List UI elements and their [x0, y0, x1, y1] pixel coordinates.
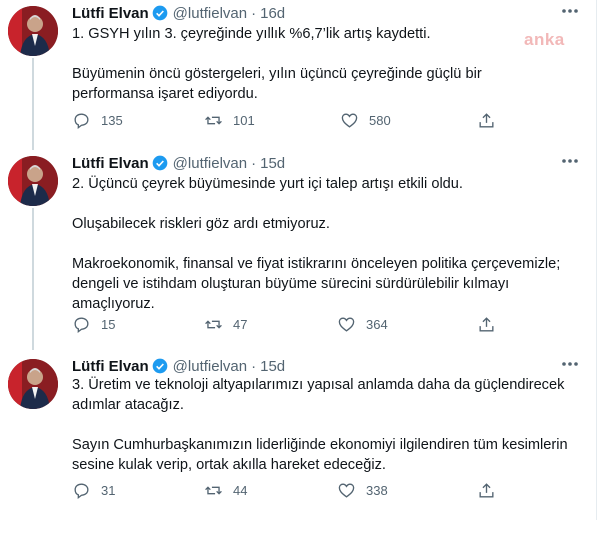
tweet-paragraph: Büyümenin öncü göstergeleri, yılın üçünc… — [72, 66, 482, 102]
author-handle[interactable]: @lutfielvan — [173, 5, 247, 22]
reply-button[interactable]: 15 — [72, 314, 115, 334]
like-button[interactable]: 580 — [340, 110, 391, 130]
reply-icon — [74, 482, 89, 499]
reply-count: 31 — [101, 482, 116, 498]
retweet-button[interactable]: 47 — [204, 314, 247, 334]
tweet-text: 3. Üretim ve teknoloji altyapılarımızı y… — [72, 375, 577, 475]
thread-connector — [32, 58, 34, 150]
verified-badge-icon — [152, 5, 168, 21]
reply-count: 135 — [101, 112, 123, 128]
tweet-actions: 15 47 364 — [72, 314, 512, 334]
more-options-icon[interactable] — [561, 6, 579, 16]
tweet-paragraph: 2. Üçüncü çeyrek büyümesinde yurt içi ta… — [72, 176, 463, 192]
tweet-paragraph: Oluşabilecek riskleri göz ardı etmiyoruz… — [72, 216, 330, 232]
verified-badge-icon — [152, 155, 168, 171]
retweet-button[interactable]: 101 — [204, 110, 255, 130]
reply-button[interactable]: 31 — [72, 480, 115, 500]
retweet-icon — [205, 485, 222, 495]
timestamp[interactable]: 16d — [260, 5, 285, 22]
avatar[interactable] — [8, 6, 58, 56]
more-options-icon[interactable] — [561, 359, 579, 369]
more-options-icon[interactable] — [561, 156, 579, 166]
share-icon — [479, 112, 494, 128]
tweet-thread: Lütfi Elvan @lutfielvan · 16d 1. GSYH yı… — [0, 0, 597, 520]
like-count: 364 — [366, 316, 388, 332]
author-handle[interactable]: @lutfielvan — [173, 358, 247, 375]
share-button[interactable] — [477, 480, 496, 500]
share-icon — [479, 316, 494, 332]
retweet-icon — [205, 319, 222, 329]
tweet-1[interactable]: Lütfi Elvan @lutfielvan · 16d 1. GSYH yı… — [0, 0, 596, 150]
author-name[interactable]: Lütfi Elvan — [72, 155, 149, 172]
separator: · — [251, 4, 257, 22]
timestamp[interactable]: 15d — [260, 358, 285, 375]
retweet-count: 44 — [233, 482, 248, 498]
tweet-3[interactable]: Lütfi Elvan @lutfielvan · 15d 3. Üretim … — [0, 353, 596, 520]
separator: · — [251, 154, 257, 172]
heart-icon — [338, 482, 355, 498]
tweet-text: 1. GSYH yılın 3. çeyreğinde yıllık %6,7’… — [72, 24, 577, 104]
tweet-paragraph: 3. Üretim ve teknoloji altyapılarımızı y… — [72, 377, 565, 413]
share-button[interactable] — [477, 110, 496, 130]
tweet-actions: 135 101 580 — [72, 110, 512, 130]
tweet-actions: 31 44 338 — [72, 480, 512, 500]
share-icon — [479, 482, 494, 498]
tweet-paragraph: 1. GSYH yılın 3. çeyreğinde yıllık %6,7’… — [72, 26, 431, 42]
author-name[interactable]: Lütfi Elvan — [72, 5, 149, 22]
reply-button[interactable]: 135 — [72, 110, 123, 130]
author-name[interactable]: Lütfi Elvan — [72, 358, 149, 375]
avatar[interactable] — [8, 156, 58, 206]
separator: · — [251, 357, 257, 375]
heart-icon — [338, 316, 355, 332]
avatar[interactable] — [8, 359, 58, 409]
timestamp[interactable]: 15d — [260, 155, 285, 172]
tweet-paragraph: Makroekonomik, finansal ve fiyat istikra… — [72, 256, 561, 312]
like-count: 580 — [369, 112, 391, 128]
share-button[interactable] — [477, 314, 496, 334]
like-count: 338 — [366, 482, 388, 498]
like-button[interactable]: 338 — [337, 480, 388, 500]
tweet-2[interactable]: Lütfi Elvan @lutfielvan · 15d 2. Üçüncü … — [0, 150, 596, 350]
reply-count: 15 — [101, 316, 116, 332]
thread-connector — [32, 208, 34, 350]
tweet-paragraph: Sayın Cumhurbaşkanımızın liderliğinde ek… — [72, 437, 568, 473]
retweet-count: 47 — [233, 316, 248, 332]
reply-icon — [74, 316, 89, 333]
verified-badge-icon — [152, 358, 168, 374]
heart-icon — [341, 112, 358, 128]
like-button[interactable]: 364 — [337, 314, 388, 334]
retweet-button[interactable]: 44 — [204, 480, 247, 500]
reply-icon — [74, 112, 89, 129]
tweet-text: 2. Üçüncü çeyrek büyümesinde yurt içi ta… — [72, 174, 577, 314]
retweet-icon — [205, 115, 222, 125]
retweet-count: 101 — [233, 112, 255, 128]
author-handle[interactable]: @lutfielvan — [173, 155, 247, 172]
